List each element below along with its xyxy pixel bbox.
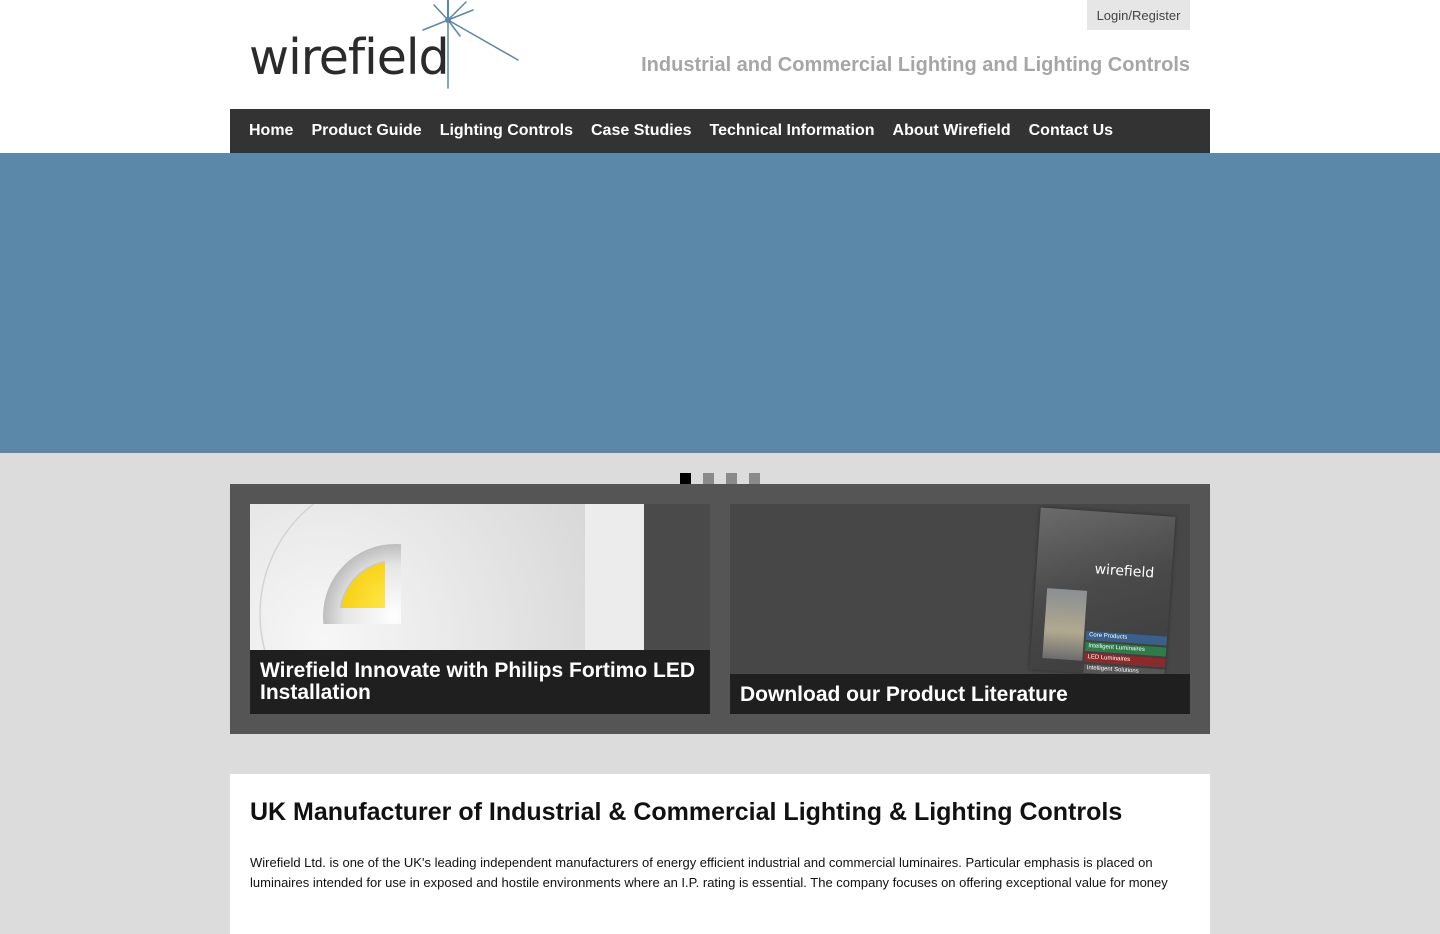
slider-pagination — [680, 473, 760, 484]
slider-dot[interactable] — [726, 473, 737, 484]
login-register-button[interactable]: Login/Register — [1087, 0, 1190, 30]
hero-banner — [0, 153, 1440, 453]
slider-dot[interactable] — [703, 473, 714, 484]
nav-technical-information[interactable]: Technical Information — [700, 122, 883, 140]
brochure-photo — [1042, 588, 1088, 661]
feature-caption-literature: Download our Product Literature — [730, 674, 1190, 714]
brochure-image: wirefield Core Products Intelligent Lumi… — [1029, 507, 1176, 679]
feature-card-literature[interactable]: wirefield Core Products Intelligent Lumi… — [730, 504, 1190, 714]
feature-caption-fortimo: Wirefield Innovate with Philips Fortimo … — [250, 650, 710, 714]
intro-section: UK Manufacturer of Industrial & Commerci… — [230, 774, 1210, 934]
page-heading: UK Manufacturer of Industrial & Commerci… — [250, 798, 1123, 826]
site-tagline: Industrial and Commercial Lighting and L… — [641, 54, 1190, 76]
nav-lighting-controls[interactable]: Lighting Controls — [431, 122, 582, 140]
nav-contact-us[interactable]: Contact Us — [1020, 122, 1122, 140]
brochure-brand: wirefield — [1094, 561, 1155, 582]
slider-dot[interactable] — [749, 473, 760, 484]
nav-about-wirefield[interactable]: About Wirefield — [884, 122, 1020, 140]
intro-paragraph: Wirefield Ltd. is one of the UK's leadin… — [250, 855, 1168, 890]
slider-dot[interactable] — [680, 473, 691, 484]
nav-product-guide[interactable]: Product Guide — [302, 122, 430, 140]
nav-home[interactable]: Home — [240, 122, 302, 140]
feature-panel: Wirefield Innovate with Philips Fortimo … — [230, 484, 1210, 734]
main-navigation: Home Product Guide Lighting Controls Cas… — [230, 109, 1210, 153]
logo-wordmark: wirefield — [249, 29, 450, 86]
nav-case-studies[interactable]: Case Studies — [582, 122, 700, 140]
wirefield-logo[interactable]: wirefield — [248, 0, 520, 95]
feature-card-fortimo[interactable]: Wirefield Innovate with Philips Fortimo … — [250, 504, 710, 714]
